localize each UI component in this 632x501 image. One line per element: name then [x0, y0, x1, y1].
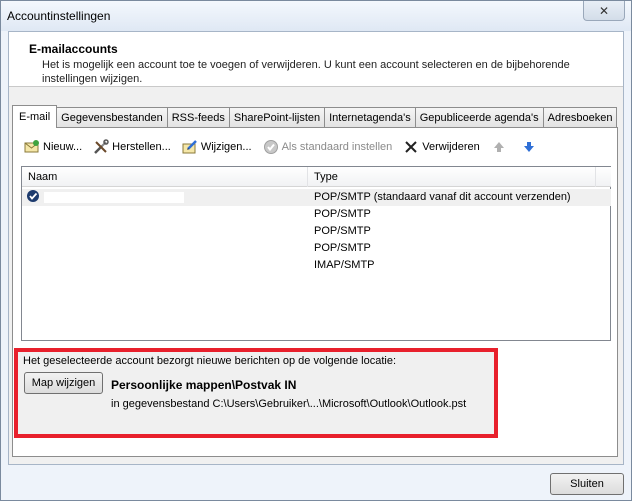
account-settings-window: Accountinstellingen ✕ E-mailaccounts Het…: [0, 0, 632, 501]
data-file-path: in gegevensbestand C:\Users\Gebruiker\..…: [111, 398, 467, 410]
account-type: POP/SMTP: [314, 242, 371, 254]
section-description: Het is mogelijk een account toe te voege…: [42, 59, 570, 85]
account-list-header: Naam Type: [22, 167, 611, 187]
repair-label: Herstellen...: [112, 141, 171, 153]
account-type: POP/SMTP (standaard vanaf dit account ve…: [314, 191, 571, 203]
close-icon: ✕: [598, 3, 610, 18]
title-bar: Accountinstellingen ✕: [1, 1, 631, 31]
new-account-label: Nieuw...: [43, 141, 83, 153]
account-name-cell: [26, 190, 306, 205]
remove-x-icon: [403, 139, 419, 155]
column-header-type[interactable]: Type: [308, 167, 596, 187]
set-default-button[interactable]: Als standaard instellen: [260, 136, 396, 158]
tab-address-books[interactable]: Adresboeken: [542, 107, 618, 127]
email-tab-panel: Nieuw... Herstellen... Wijzigen... Als s…: [12, 127, 618, 457]
remove-button[interactable]: Verwijderen: [400, 136, 482, 158]
edit-account-icon: [182, 139, 198, 155]
account-row[interactable]: POP/SMTP: [22, 206, 611, 223]
account-row[interactable]: POP/SMTP (standaard vanaf dit account ve…: [22, 189, 611, 206]
account-type: IMAP/SMTP: [314, 259, 375, 271]
tab-sharepoint-lists[interactable]: SharePoint-lijsten: [228, 107, 326, 127]
delivery-location-highlight: Het geselecteerde account bezorgt nieuwe…: [14, 348, 498, 438]
arrow-down-icon: [521, 139, 537, 155]
change-label: Wijzigen...: [200, 141, 252, 153]
account-type: POP/SMTP: [314, 225, 371, 237]
header-panel: E-mailaccounts Het is mogelijk een accou…: [9, 32, 623, 87]
move-up-button[interactable]: [488, 136, 513, 158]
tab-data-files[interactable]: Gegevensbestanden: [56, 107, 168, 127]
delivery-folder-path: Persoonlijke mappen\Postvak IN: [111, 378, 297, 392]
tab-published-calendars[interactable]: Gepubliceerde agenda's: [414, 107, 544, 127]
default-account-icon: [26, 189, 40, 206]
account-name-cell: [26, 224, 306, 239]
repair-button[interactable]: Herstellen...: [90, 136, 174, 158]
column-header-name[interactable]: Naam: [22, 167, 308, 187]
account-type: POP/SMTP: [314, 208, 371, 220]
section-title: E-mailaccounts: [29, 42, 118, 56]
account-list[interactable]: Naam Type POP/SMTP (standaard vanaf dit …: [21, 166, 611, 341]
account-name: [44, 192, 184, 203]
account-row[interactable]: POP/SMTP: [22, 240, 611, 257]
delivery-location-label: Het geselecteerde account bezorgt nieuwe…: [23, 355, 397, 367]
change-button[interactable]: Wijzigen...: [179, 136, 255, 158]
tab-internet-calendars[interactable]: Internetagenda's: [324, 107, 416, 127]
tools-icon: [93, 139, 109, 155]
new-account-icon: [24, 139, 40, 155]
new-account-button[interactable]: Nieuw...: [21, 136, 85, 158]
set-default-label: Als standaard instellen: [281, 141, 393, 153]
account-name-cell: [26, 241, 306, 256]
close-button[interactable]: Sluiten: [550, 473, 624, 495]
window-title: Accountinstellingen: [7, 9, 111, 23]
change-folder-button[interactable]: Map wijzigen: [24, 372, 103, 394]
arrow-up-icon: [491, 139, 507, 155]
account-row[interactable]: POP/SMTP: [22, 223, 611, 240]
tab-strip: E-mail Gegevensbestanden RSS-feeds Share…: [12, 105, 618, 128]
account-name-cell: [26, 258, 306, 273]
move-down-button[interactable]: [518, 136, 543, 158]
account-name-cell: [26, 207, 306, 222]
account-toolbar: Nieuw... Herstellen... Wijzigen... Als s…: [21, 136, 548, 158]
tab-email[interactable]: E-mail: [12, 105, 58, 128]
check-circle-icon: [263, 139, 279, 155]
account-row[interactable]: IMAP/SMTP: [22, 257, 611, 274]
close-window-button[interactable]: ✕: [583, 1, 625, 21]
remove-label: Verwijderen: [422, 141, 480, 153]
tab-rss-feeds[interactable]: RSS-feeds: [166, 107, 230, 127]
